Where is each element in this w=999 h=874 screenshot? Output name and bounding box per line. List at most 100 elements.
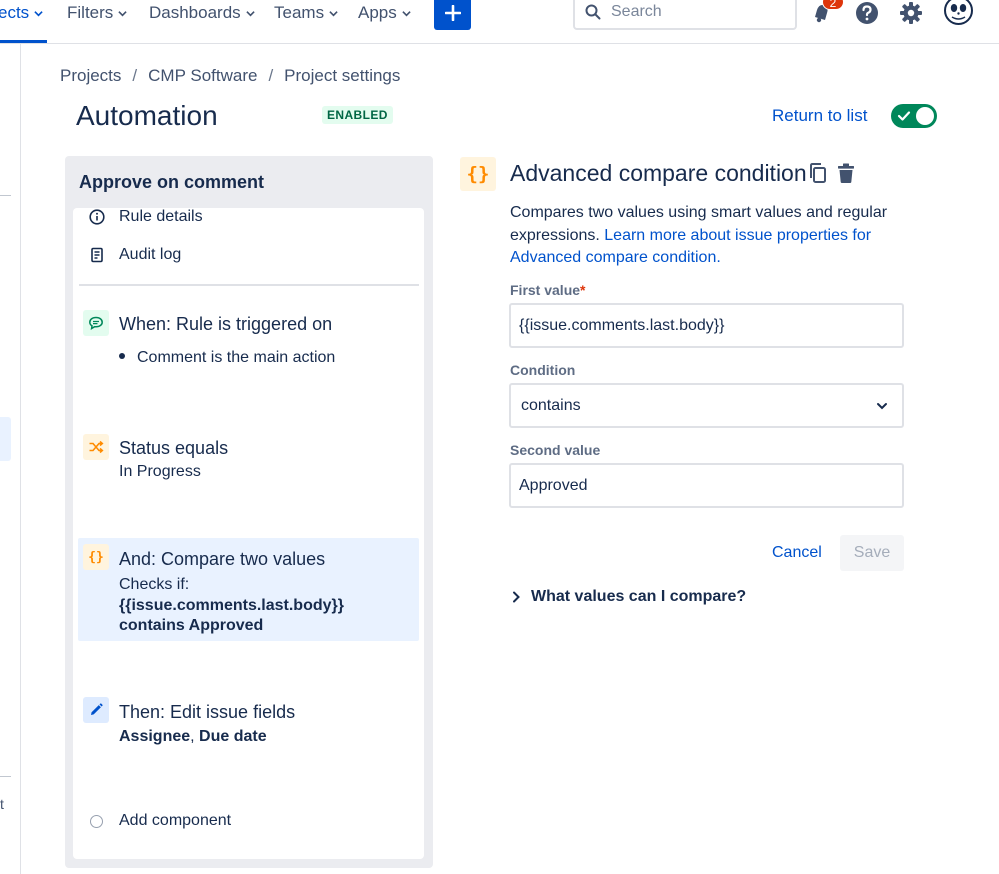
- component-detail: Checks if:: [119, 576, 190, 593]
- status-badge: ENABLED: [322, 106, 393, 124]
- second-value-field[interactable]: Approved: [509, 463, 904, 508]
- component-title: When: Rule is triggered on: [119, 314, 333, 334]
- condition-select[interactable]: contains: [509, 383, 904, 428]
- rule-components-card: Rule details Audit log When: Rule is tri…: [73, 208, 424, 859]
- create-button[interactable]: [434, 0, 471, 30]
- second-value-label: Second value: [510, 442, 601, 458]
- chevron-down-icon: [877, 403, 887, 410]
- page-title: Automation: [76, 100, 218, 131]
- chevron-right-icon: [513, 591, 520, 603]
- field-assignee: Assignee: [119, 728, 191, 745]
- active-nav-indicator: [0, 40, 47, 43]
- nav-filters-label: Filters: [67, 3, 114, 22]
- search-placeholder: Search: [611, 3, 662, 20]
- circle-icon: [90, 814, 103, 828]
- component-description: Compares two values using smart values a…: [510, 202, 910, 270]
- chevron-down-icon: [245, 10, 255, 16]
- nav-apps-label: Apps: [358, 3, 397, 22]
- rule-component-action[interactable]: Then: Edit issue fields Assignee, Due da…: [78, 697, 419, 749]
- top-navigation: ects Filters Dashboards Teams Apps Searc…: [0, 0, 999, 44]
- document-icon: [91, 247, 103, 263]
- condition-label: Condition: [510, 362, 576, 378]
- nav-projects[interactable]: ects: [0, 2, 43, 24]
- chevron-down-icon: [402, 10, 411, 16]
- braces-icon: {}: [460, 157, 496, 191]
- nav-teams[interactable]: Teams: [274, 2, 338, 24]
- chevron-down-icon: [34, 10, 43, 16]
- help-icon[interactable]: [855, 1, 879, 25]
- toggle-knob: [916, 107, 934, 125]
- settings-icon[interactable]: [899, 1, 923, 25]
- nav-dashboards-label: Dashboards: [149, 3, 241, 22]
- first-value-label: First value*: [510, 282, 585, 298]
- sidebar-truncated-text[interactable]: t: [0, 796, 4, 812]
- save-button[interactable]: Save: [840, 535, 904, 571]
- branch-icon: [83, 434, 109, 460]
- chevron-down-icon: [118, 10, 127, 16]
- component-config-title: Advanced compare condition: [510, 160, 807, 186]
- component-detail: Comment is the main action: [119, 349, 335, 367]
- nav-filters[interactable]: Filters: [67, 2, 127, 24]
- required-marker: *: [580, 282, 586, 298]
- rule-details-link[interactable]: Rule details: [89, 208, 203, 226]
- cancel-button[interactable]: Cancel: [760, 535, 834, 571]
- search-icon: [585, 4, 601, 20]
- project-sidebar: t: [0, 44, 21, 874]
- pencil-icon: [83, 697, 109, 723]
- sidebar-divider: [0, 195, 11, 196]
- field-separator: ,: [190, 728, 200, 745]
- rule-panel: Approve on comment Rule details Audit lo…: [65, 156, 433, 868]
- condition-selected-value: contains: [521, 396, 581, 414]
- nav-dashboards[interactable]: Dashboards: [149, 2, 255, 24]
- audit-log-label: Audit log: [119, 246, 182, 263]
- nav-apps[interactable]: Apps: [358, 2, 411, 24]
- chevron-down-icon: [329, 10, 338, 16]
- search-input[interactable]: Search: [573, 0, 797, 30]
- rule-component-status-condition[interactable]: Status equals In Progress: [78, 434, 419, 486]
- nav-projects-label: ects: [0, 3, 30, 22]
- component-title: Then: Edit issue fields: [119, 702, 296, 722]
- breadcrumb-separator: /: [132, 66, 138, 85]
- menu-divider: [79, 284, 419, 286]
- component-detail-text: Comment is the main action: [137, 349, 336, 366]
- first-value-field[interactable]: {{issue.comments.last.body}}: [509, 303, 904, 348]
- notification-count-badge: 2: [822, 0, 844, 10]
- faq-label: What values can I compare?: [531, 588, 747, 605]
- sidebar-item-selected[interactable]: [0, 417, 11, 461]
- rule-enabled-toggle[interactable]: [891, 104, 937, 128]
- second-value-text: Approved: [519, 476, 588, 494]
- comment-icon: [83, 310, 109, 336]
- rule-component-compare-condition[interactable]: {} And: Compare two values Checks if: {{…: [78, 538, 419, 641]
- return-to-list-link[interactable]: Return to list: [772, 106, 867, 126]
- component-detail-operator: contains Approved: [119, 617, 264, 634]
- add-component-label: Add component: [119, 812, 232, 829]
- component-detail-smart-value: {{issue.comments.last.body}}: [119, 597, 344, 614]
- trash-icon[interactable]: [836, 163, 856, 184]
- sidebar-divider: [0, 776, 11, 777]
- add-component-button[interactable]: Add component: [90, 812, 231, 830]
- faq-expander[interactable]: What values can I compare?: [512, 588, 746, 606]
- breadcrumb-settings[interactable]: Project settings: [284, 66, 400, 86]
- rule-details-label: Rule details: [119, 208, 203, 225]
- rule-component-trigger[interactable]: When: Rule is triggered on Comment is th…: [78, 310, 419, 370]
- rule-name: Approve on comment: [79, 172, 265, 192]
- field-due-date: Due date: [199, 728, 267, 745]
- audit-log-link[interactable]: Audit log: [89, 246, 181, 264]
- breadcrumb-projects[interactable]: Projects: [60, 66, 121, 86]
- avatar[interactable]: [944, 0, 973, 25]
- breadcrumb-project[interactable]: CMP Software: [148, 66, 257, 86]
- component-detail: In Progress: [119, 463, 201, 480]
- braces-icon: {}: [83, 544, 109, 570]
- component-title: Status equals: [119, 438, 229, 458]
- copy-icon[interactable]: [808, 162, 828, 184]
- check-icon: [897, 111, 911, 121]
- plus-icon: [444, 5, 461, 21]
- first-value-label-text: First value: [510, 282, 581, 298]
- info-icon: [89, 209, 105, 225]
- first-value-text: {{issue.comments.last.body}}: [519, 316, 725, 334]
- breadcrumb: Projects / CMP Software / Project settin…: [60, 66, 400, 86]
- nav-teams-label: Teams: [274, 3, 325, 22]
- bullet: [119, 352, 125, 359]
- breadcrumb-separator: /: [268, 66, 274, 85]
- component-detail: Assignee, Due date: [119, 728, 267, 746]
